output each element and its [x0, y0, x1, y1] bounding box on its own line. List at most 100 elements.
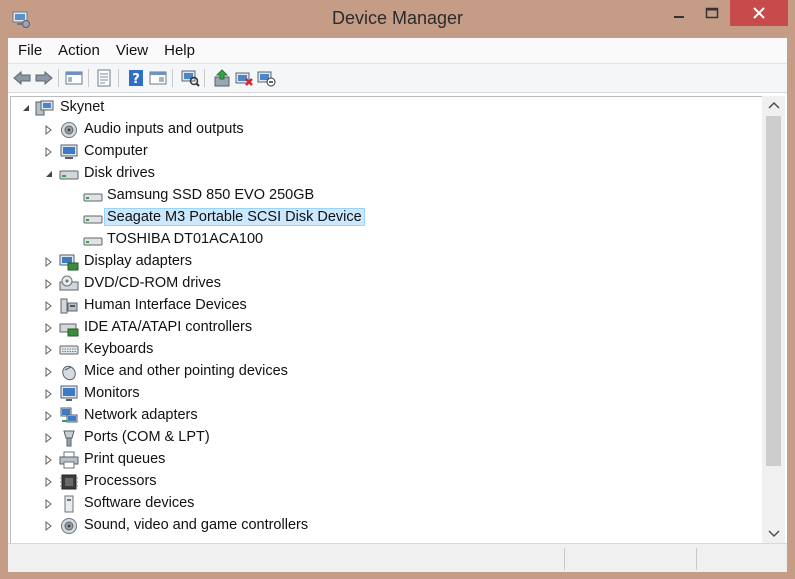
menu-view[interactable]: View — [116, 42, 148, 59]
status-pane — [696, 548, 787, 570]
expand-arrow-icon[interactable] — [44, 389, 54, 399]
tree-child-samsung-ssd-850-evo-250gb[interactable]: Samsung SSD 850 EVO 250GB — [11, 185, 751, 207]
title-bar[interactable]: Device Manager — [0, 0, 795, 38]
tree-item-ide-ata-atapi-controllers[interactable]: IDE ATA/ATAPI controllers — [11, 317, 751, 339]
expand-arrow-icon[interactable] — [44, 257, 54, 267]
view-icon[interactable] — [148, 68, 168, 88]
tree-item-label: DVD/CD-ROM drives — [84, 275, 221, 291]
tree-item-computer[interactable]: Computer — [11, 141, 751, 163]
expand-arrow-icon[interactable] — [44, 125, 54, 135]
keyboard-icon — [59, 341, 79, 359]
help-icon[interactable]: ? — [126, 68, 146, 88]
vertical-scrollbar[interactable] — [762, 96, 785, 543]
menu-file[interactable]: File — [18, 42, 42, 59]
properties-icon[interactable] — [94, 68, 114, 88]
tree-item-label: Computer — [84, 143, 148, 159]
expand-arrow-icon[interactable] — [44, 367, 54, 377]
ide-controller-icon — [59, 319, 79, 337]
status-pane — [564, 548, 695, 570]
menu-bar: File Action View Help — [8, 38, 787, 64]
tree-item-label: Monitors — [84, 385, 140, 401]
expand-arrow-icon[interactable] — [44, 521, 54, 531]
computer-root-icon — [35, 99, 55, 117]
tree-item-mice-and-other-pointing-devices[interactable]: Mice and other pointing devices — [11, 361, 751, 383]
tree-item-ports-com-lpt[interactable]: Ports (COM & LPT) — [11, 427, 751, 449]
tree-item-label: Display adapters — [84, 253, 192, 269]
tree-item-label: Print queues — [84, 451, 166, 467]
printer-icon — [59, 451, 79, 469]
network-adapter-icon — [59, 407, 79, 425]
chevron-down-icon — [767, 530, 780, 538]
maximize-button[interactable] — [697, 0, 727, 26]
tree-item-disk-drives[interactable]: Disk drives — [11, 163, 751, 185]
dvd-drive-icon — [59, 275, 79, 293]
expand-arrow-icon[interactable] — [44, 279, 54, 289]
disable-icon[interactable] — [256, 68, 276, 88]
minimize-button[interactable] — [664, 0, 694, 26]
toolbar-separator — [172, 69, 173, 87]
monitor-icon — [59, 385, 79, 403]
toolbar-separator — [88, 69, 89, 87]
back-arrow-icon[interactable] — [12, 68, 32, 88]
uninstall-icon[interactable] — [234, 68, 254, 88]
toolbar-separator — [58, 69, 59, 87]
tree-item-processors[interactable]: Processors — [11, 471, 751, 493]
expand-arrow-icon[interactable] — [44, 323, 54, 333]
expand-arrow-icon[interactable] — [44, 433, 54, 443]
disk-drive-icon — [59, 165, 79, 183]
expand-arrow-icon[interactable] — [44, 411, 54, 421]
computer-icon — [59, 143, 79, 161]
tree-item-label: Software devices — [84, 495, 195, 511]
tree-child-label: Seagate M3 Portable SCSI Disk Device — [104, 208, 365, 226]
tree-item-dvd-cd-rom-drives[interactable]: DVD/CD-ROM drives — [11, 273, 751, 295]
status-bar — [8, 543, 787, 572]
close-button[interactable] — [730, 0, 788, 26]
tree-item-audio-inputs-and-outputs[interactable]: Audio inputs and outputs — [11, 119, 751, 141]
scroll-thumb[interactable] — [766, 116, 781, 466]
tree-item-label: Sound, video and game controllers — [84, 517, 309, 533]
tree-item-keyboards[interactable]: Keyboards — [11, 339, 751, 361]
update-driver-icon[interactable] — [212, 68, 232, 88]
tree-item-label: Ports (COM & LPT) — [84, 429, 210, 445]
toolbar-separator — [204, 69, 205, 87]
scroll-up-button[interactable] — [762, 96, 785, 114]
collapse-arrow-icon[interactable] — [21, 103, 31, 113]
collapse-arrow-icon[interactable] — [44, 169, 54, 179]
expand-arrow-icon[interactable] — [44, 345, 54, 355]
client-area: File Action View Help ? Skynet Audio inp… — [8, 38, 787, 572]
expand-arrow-icon[interactable] — [44, 477, 54, 487]
chevron-up-icon — [767, 101, 780, 109]
tree-item-label: Mice and other pointing devices — [84, 363, 288, 379]
tree-item-label: Keyboards — [84, 341, 154, 357]
tree-item-monitors[interactable]: Monitors — [11, 383, 751, 405]
tree-child-toshiba-dt01aca100[interactable]: TOSHIBA DT01ACA100 — [11, 229, 751, 251]
tree-item-network-adapters[interactable]: Network adapters — [11, 405, 751, 427]
sound-controller-icon — [59, 517, 79, 535]
menu-action[interactable]: Action — [58, 42, 100, 59]
tree-item-label: IDE ATA/ATAPI controllers — [84, 319, 253, 335]
tree-item-sound-video-and-game-controllers[interactable]: Sound, video and game controllers — [11, 515, 751, 537]
scroll-down-button[interactable] — [762, 525, 785, 543]
tree-item-print-queues[interactable]: Print queues — [11, 449, 751, 471]
device-manager-window: Device Manager File Action View Help ? S… — [0, 0, 795, 579]
speaker-icon — [59, 121, 79, 139]
expand-arrow-icon[interactable] — [44, 301, 54, 311]
device-tree[interactable]: Skynet Audio inputs and outputs Computer D… — [10, 96, 762, 543]
expand-arrow-icon[interactable] — [44, 455, 54, 465]
expand-arrow-icon[interactable] — [44, 499, 54, 509]
show-hide-tree-icon[interactable] — [64, 68, 84, 88]
scan-hardware-icon[interactable] — [180, 68, 200, 88]
tree-item-label: Audio inputs and outputs — [84, 121, 244, 137]
tree-item-software-devices[interactable]: Software devices — [11, 493, 751, 515]
tree-root[interactable]: Skynet — [11, 97, 751, 119]
close-icon — [753, 7, 765, 19]
tree-child-label: Samsung SSD 850 EVO 250GB — [107, 187, 315, 203]
tree-item-display-adapters[interactable]: Display adapters — [11, 251, 751, 273]
port-icon — [59, 429, 79, 447]
tree-child-seagate-m3-portable-scsi-disk-device[interactable]: Seagate M3 Portable SCSI Disk Device — [11, 207, 751, 229]
menu-help[interactable]: Help — [164, 42, 195, 59]
tree-item-label: Human Interface Devices — [84, 297, 247, 313]
tree-item-human-interface-devices[interactable]: Human Interface Devices — [11, 295, 751, 317]
expand-arrow-icon[interactable] — [44, 147, 54, 157]
forward-arrow-icon[interactable] — [34, 68, 54, 88]
